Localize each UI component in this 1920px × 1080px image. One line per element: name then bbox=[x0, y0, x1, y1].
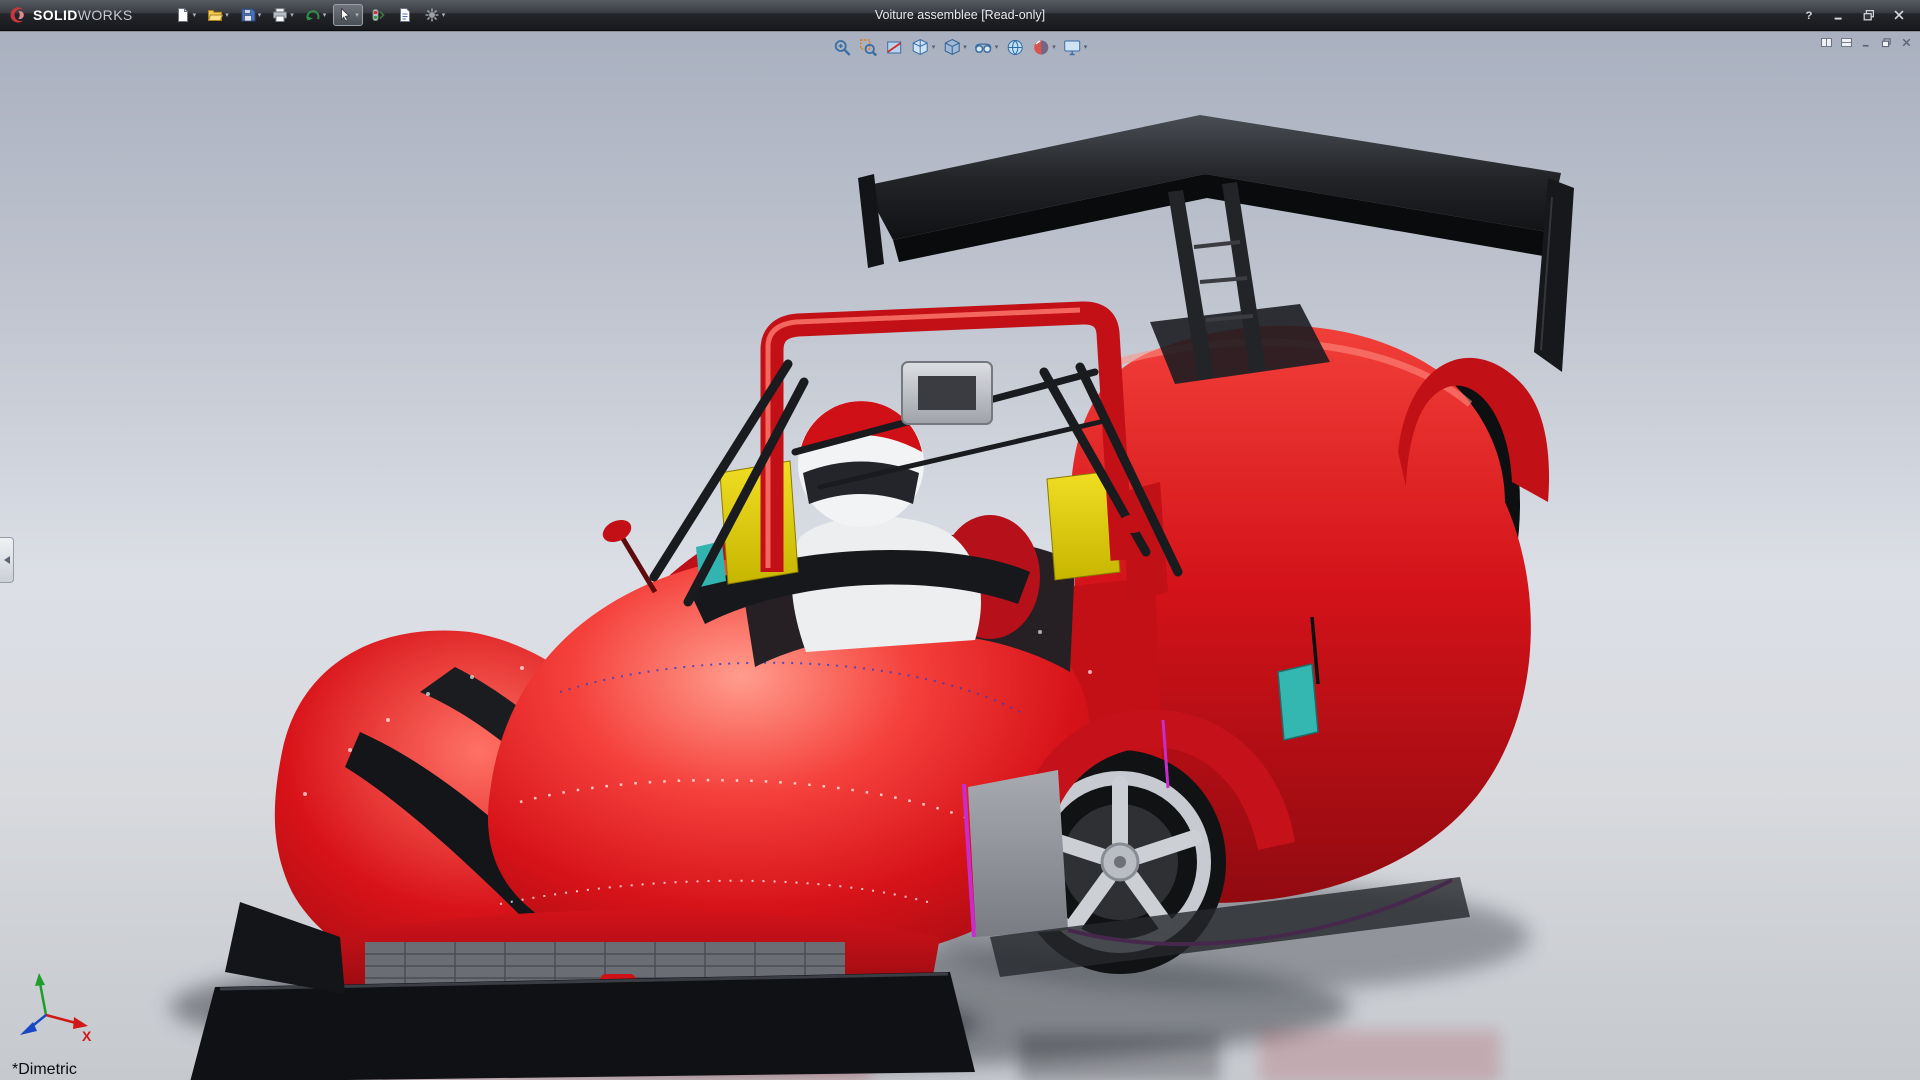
titlebar-toolbar: ▾ ▾ ▾ ▾ ▾ ▾ ▾ bbox=[171, 4, 450, 26]
brand-light: WORKS bbox=[78, 7, 133, 23]
restore-button[interactable] bbox=[1858, 5, 1880, 25]
view-settings-button[interactable]: ▾ bbox=[1062, 37, 1089, 58]
doc-minimize-icon bbox=[1860, 36, 1873, 49]
dropdown-caret[interactable]: ▾ bbox=[258, 12, 262, 19]
intake-box bbox=[902, 362, 992, 424]
view-orientation-icon bbox=[911, 38, 930, 57]
orientation-triad: X bbox=[12, 971, 96, 1058]
doc-restore-icon bbox=[1880, 36, 1893, 49]
hide-show-items-icon bbox=[974, 38, 993, 57]
brand-bold: SOLID bbox=[33, 7, 78, 23]
doc-close-icon bbox=[1900, 36, 1913, 49]
help-icon: ? bbox=[1802, 8, 1816, 22]
dropdown-caret[interactable]: ▾ bbox=[323, 12, 327, 19]
select-button[interactable]: ▾ bbox=[333, 4, 363, 26]
minimize-icon bbox=[1832, 8, 1846, 22]
zoom-to-fit-button[interactable] bbox=[832, 37, 853, 58]
rebuild-icon bbox=[370, 7, 386, 23]
display-style-icon bbox=[942, 38, 961, 57]
heads-up-toolbar: ▾ ▾ ▾ ▾ ▾ bbox=[826, 35, 1095, 60]
close-button[interactable] bbox=[1888, 5, 1910, 25]
y-axis-arrow bbox=[35, 973, 45, 986]
undo-icon bbox=[305, 7, 321, 23]
dropdown-caret[interactable]: ▾ bbox=[290, 12, 294, 19]
dropdown-caret[interactable]: ▾ bbox=[225, 12, 229, 19]
doc-close-button[interactable] bbox=[1900, 36, 1913, 49]
dropdown-caret[interactable]: ▾ bbox=[995, 44, 999, 51]
x-axis-label: X bbox=[82, 1028, 92, 1044]
brand-name: SOLIDWORKS bbox=[33, 7, 133, 23]
new-document-icon bbox=[175, 7, 191, 23]
file-properties-button[interactable] bbox=[393, 4, 417, 26]
close-icon bbox=[1892, 8, 1906, 22]
save-icon bbox=[240, 7, 256, 23]
rebuild-button[interactable] bbox=[366, 4, 390, 26]
apply-scene-button[interactable] bbox=[1004, 37, 1025, 58]
zoom-to-fit-icon bbox=[833, 38, 852, 57]
display-style-button[interactable]: ▾ bbox=[941, 37, 968, 58]
undo-button[interactable]: ▾ bbox=[301, 4, 331, 26]
doc-minimize-button[interactable] bbox=[1860, 36, 1873, 49]
edit-appearance-icon bbox=[1031, 38, 1050, 57]
minimize-button[interactable] bbox=[1828, 5, 1850, 25]
featuremanager-collapsed-tab[interactable] bbox=[0, 537, 14, 583]
dropdown-caret[interactable]: ▾ bbox=[355, 12, 359, 19]
zoom-to-area-button[interactable] bbox=[858, 37, 879, 58]
open-icon bbox=[207, 7, 223, 23]
side-window-teal bbox=[1278, 664, 1318, 740]
solidworks-logo-icon bbox=[8, 5, 28, 25]
file-properties-icon bbox=[397, 7, 413, 23]
split-horizontal-icon bbox=[1820, 36, 1833, 49]
split-vertical-icon bbox=[1840, 36, 1853, 49]
zoom-to-area-icon bbox=[859, 38, 878, 57]
titlebar: SOLIDWORKS ▾ ▾ ▾ ▾ ▾ ▾ ▾ Voiture assemblee [Re… bbox=[0, 0, 1920, 31]
options-icon bbox=[424, 7, 440, 23]
print-button[interactable]: ▾ bbox=[268, 4, 298, 26]
rocker-panel bbox=[968, 770, 1068, 937]
view-orientation-label: *Dimetric bbox=[12, 1061, 77, 1079]
options-button[interactable]: ▾ bbox=[420, 4, 450, 26]
solidworks-window: SOLIDWORKS ▾ ▾ ▾ ▾ ▾ ▾ ▾ Voiture assemblee [Re… bbox=[0, 0, 1920, 1080]
view-settings-icon bbox=[1063, 38, 1082, 57]
section-view-button[interactable] bbox=[884, 37, 905, 58]
panel-expand-arrow-icon bbox=[3, 555, 11, 565]
hide-show-items-button[interactable]: ▾ bbox=[973, 37, 1000, 58]
split-vertical-button[interactable] bbox=[1840, 36, 1853, 49]
dropdown-caret[interactable]: ▾ bbox=[932, 44, 936, 51]
apply-scene-icon bbox=[1005, 38, 1024, 57]
brand: SOLIDWORKS bbox=[0, 5, 143, 25]
restore-icon bbox=[1862, 8, 1876, 22]
save-button[interactable]: ▾ bbox=[236, 4, 266, 26]
help-button[interactable]: ? bbox=[1798, 5, 1820, 25]
3d-viewport[interactable] bbox=[0, 32, 1920, 1080]
dropdown-caret[interactable]: ▾ bbox=[963, 44, 967, 51]
print-icon bbox=[272, 7, 288, 23]
document-window-controls bbox=[1820, 36, 1913, 49]
svg-text:?: ? bbox=[1806, 10, 1813, 22]
window-controls: ? bbox=[1798, 5, 1920, 25]
section-view-icon bbox=[885, 38, 904, 57]
graphics-area[interactable]: ▾ ▾ ▾ ▾ ▾ X *Dimetric bbox=[0, 31, 1920, 1080]
open-button[interactable]: ▾ bbox=[203, 4, 233, 26]
dropdown-caret[interactable]: ▾ bbox=[442, 12, 446, 19]
split-horizontal-button[interactable] bbox=[1820, 36, 1833, 49]
dropdown-caret[interactable]: ▾ bbox=[1084, 44, 1088, 51]
select-icon bbox=[337, 7, 353, 23]
new-document-button[interactable]: ▾ bbox=[171, 4, 201, 26]
doc-restore-button[interactable] bbox=[1880, 36, 1893, 49]
mirror-right bbox=[1119, 515, 1145, 533]
view-orientation-button[interactable]: ▾ bbox=[910, 37, 937, 58]
dropdown-caret[interactable]: ▾ bbox=[1052, 44, 1056, 51]
document-title: Voiture assemblee [Read-only] bbox=[875, 8, 1045, 22]
dropdown-caret[interactable]: ▾ bbox=[193, 12, 197, 19]
edit-appearance-button[interactable]: ▾ bbox=[1030, 37, 1057, 58]
